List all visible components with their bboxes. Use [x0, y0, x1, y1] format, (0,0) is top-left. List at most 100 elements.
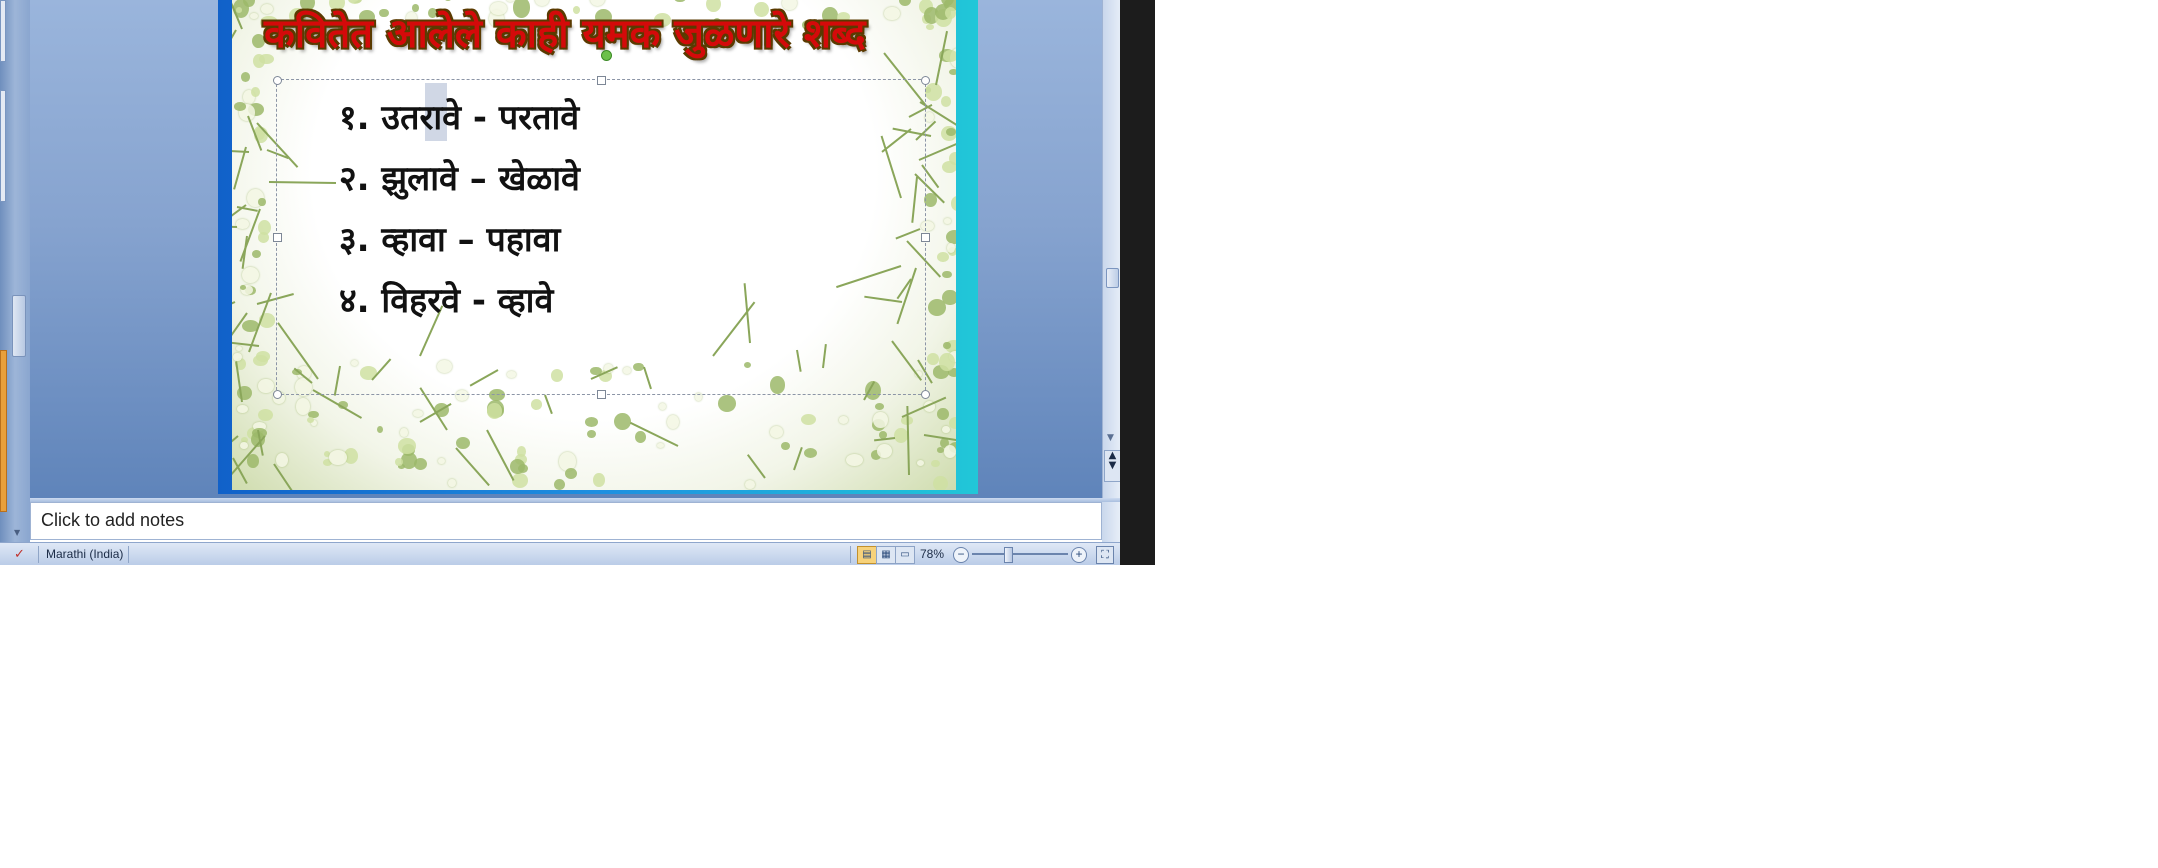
- flower-decoration: [928, 298, 947, 316]
- flower-decoration: [949, 417, 956, 430]
- flower-decoration: [659, 403, 667, 410]
- zoom-level[interactable]: 78%: [920, 547, 944, 561]
- status-bar: ✓ Marathi (India) ▤ ▦ ▭ 78% − + ⛶: [0, 542, 1120, 565]
- flower-decoration: [941, 95, 952, 107]
- zoom-out-icon[interactable]: −: [953, 547, 969, 563]
- flower-decoration: [949, 69, 956, 76]
- flower-decoration: [413, 457, 428, 470]
- flower-decoration: [876, 443, 892, 458]
- resize-handle-top-right[interactable]: [921, 76, 930, 85]
- flower-decoration: [251, 86, 260, 97]
- selected-thumbnail[interactable]: [0, 350, 7, 512]
- notes-pane[interactable]: Click to add notes: [30, 502, 1102, 540]
- vertical-scroll-thumb[interactable]: [1106, 268, 1119, 288]
- slide-show-icon[interactable]: ▭: [895, 546, 915, 564]
- flower-decoration: [933, 475, 949, 490]
- flower-decoration: [584, 417, 599, 428]
- flower-decoration: [949, 151, 956, 165]
- list-item[interactable]: ४. विहरवे - व्हावे: [339, 271, 580, 332]
- slide-sorter-icon[interactable]: ▦: [876, 546, 896, 564]
- thumbnail-edge[interactable]: [0, 0, 6, 62]
- flower-decoration: [926, 23, 935, 30]
- resize-handle-top[interactable]: [597, 76, 606, 85]
- flower-decoration: [329, 450, 347, 466]
- flower-decoration: [253, 355, 268, 367]
- notes-scrollbar[interactable]: [1102, 502, 1120, 542]
- flower-decoration: [236, 219, 249, 229]
- thumbnail-scroll-thumb[interactable]: [12, 295, 26, 357]
- powerpoint-window: ▼ कवितेत आलेले काही यमक जुळणारे शब्द १. …: [0, 0, 1155, 565]
- flower-decoration: [937, 408, 949, 420]
- slide-editing-canvas[interactable]: कवितेत आलेले काही यमक जुळणारे शब्द १. उत…: [30, 0, 1102, 498]
- flower-decoration: [376, 425, 384, 434]
- rotate-handle[interactable]: [601, 50, 612, 61]
- slide[interactable]: कवितेत आलेले काही यमक जुळणारे शब्द १. उत…: [218, 0, 978, 494]
- flower-decoration: [656, 442, 664, 448]
- flower-decoration: [448, 478, 457, 487]
- status-separator: [850, 546, 851, 563]
- window-edge: [1120, 0, 1155, 565]
- list-item[interactable]: १. उतरावे - परतावे: [339, 88, 580, 149]
- flower-decoration: [942, 270, 952, 279]
- flower-decoration: [234, 102, 247, 111]
- flower-decoration: [400, 428, 409, 437]
- flower-decoration: [257, 219, 271, 235]
- flower-decoration: [239, 284, 246, 291]
- scroll-down-arrow-icon[interactable]: ▼: [14, 528, 20, 537]
- flower-decoration: [236, 345, 243, 351]
- flower-decoration: [745, 480, 756, 489]
- spell-check-icon[interactable]: ✓: [14, 546, 32, 562]
- flower-decoration: [240, 71, 251, 82]
- flower-decoration: [237, 404, 249, 414]
- resize-handle-left[interactable]: [273, 233, 282, 242]
- zoom-in-icon[interactable]: +: [1071, 547, 1087, 563]
- language-indicator[interactable]: Marathi (India): [46, 547, 123, 561]
- zoom-slider-track[interactable]: [972, 553, 1068, 555]
- flower-decoration: [258, 197, 266, 207]
- thumbnail-edge[interactable]: [0, 90, 6, 202]
- flower-decoration: [444, 0, 453, 2]
- flower-decoration: [593, 473, 605, 487]
- flower-decoration: [674, 0, 687, 3]
- prev-next-slide-icon[interactable]: ▲ ▼: [1104, 450, 1121, 482]
- flower-decoration: [942, 49, 956, 62]
- slide-background: कवितेत आलेले काही यमक जुळणारे शब्द १. उत…: [232, 0, 956, 490]
- slides-thumbnail-pane[interactable]: ▼: [0, 0, 30, 545]
- flower-decoration: [946, 242, 956, 253]
- list-item[interactable]: २. झुलावे – खेळावे: [339, 149, 580, 210]
- zoom-slider-thumb[interactable]: [1004, 547, 1013, 563]
- flower-decoration: [846, 453, 864, 466]
- flower-decoration: [937, 252, 949, 263]
- resize-handle-bottom-right[interactable]: [921, 390, 930, 399]
- slide-title[interactable]: कवितेत आलेले काही यमक जुळणारे शब्द: [264, 4, 866, 59]
- flower-decoration: [884, 6, 900, 20]
- content-placeholder[interactable]: १. उतरावे - परतावे २. झुलावे – खेळावे ३.…: [273, 50, 930, 399]
- flower-decoration: [530, 399, 543, 411]
- flower-decoration: [898, 0, 911, 7]
- notes-placeholder[interactable]: Click to add notes: [41, 510, 184, 531]
- flower-decoration: [770, 425, 784, 438]
- scroll-down-arrow-icon[interactable]: ▼: [1107, 433, 1114, 443]
- resize-handle-bottom[interactable]: [597, 390, 606, 399]
- flower-decoration: [257, 408, 273, 422]
- flower-decoration: [916, 460, 924, 466]
- resize-handle-right[interactable]: [921, 233, 930, 242]
- flower-decoration: [250, 12, 258, 20]
- fit-to-window-icon[interactable]: ⛶: [1096, 546, 1114, 564]
- stem-decoration: [232, 224, 237, 228]
- rhyming-words-list[interactable]: १. उतरावे - परतावे २. झुलावे – खेळावे ३.…: [339, 88, 580, 332]
- list-item[interactable]: ३. व्हावा – पहावा: [339, 210, 580, 271]
- stem-decoration: [232, 147, 247, 191]
- flower-decoration: [275, 452, 289, 468]
- stem-decoration: [793, 446, 804, 471]
- vertical-scrollbar[interactable]: ▼ ▲ ▼: [1102, 0, 1121, 498]
- flower-decoration: [306, 416, 314, 423]
- flower-decoration: [587, 430, 596, 439]
- resize-handle-bottom-left[interactable]: [273, 390, 282, 399]
- stem-decoration: [544, 394, 554, 415]
- stem-decoration: [486, 429, 516, 482]
- flower-decoration: [875, 403, 885, 410]
- resize-handle-top-left[interactable]: [273, 76, 282, 85]
- normal-view-icon[interactable]: ▤: [857, 546, 877, 564]
- flower-decoration: [924, 83, 943, 101]
